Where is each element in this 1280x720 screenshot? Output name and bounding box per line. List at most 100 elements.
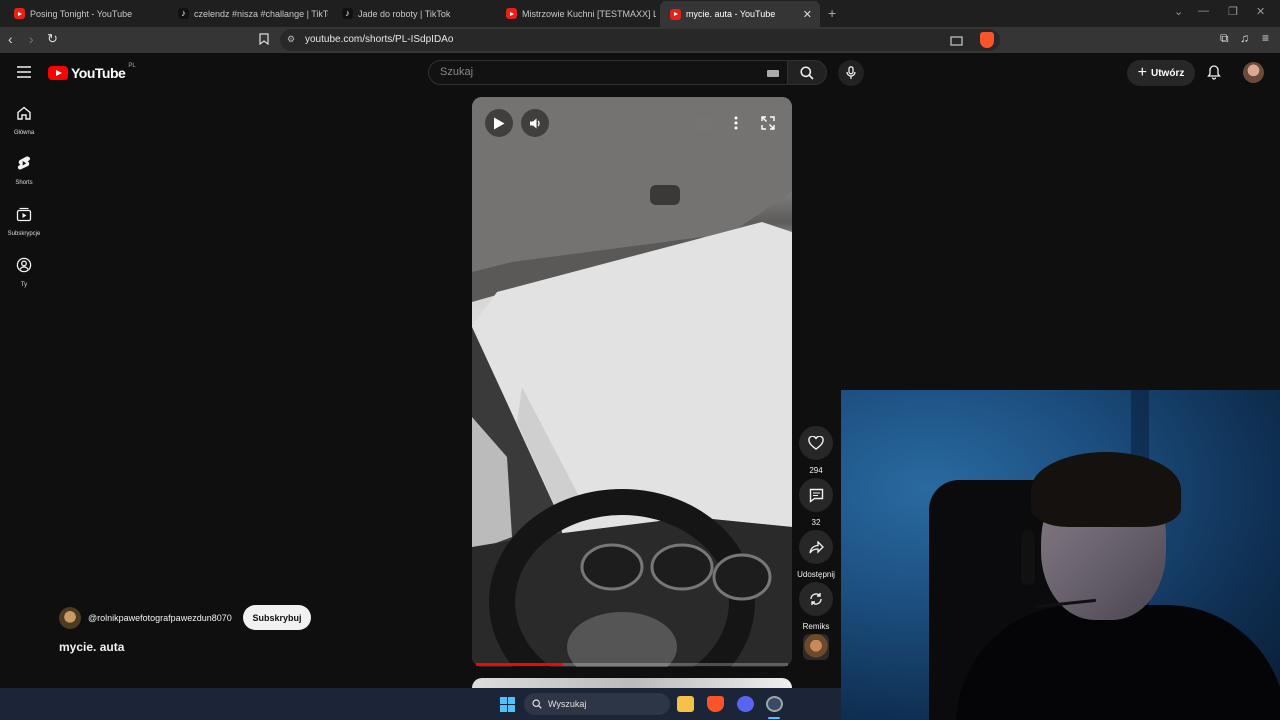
brave-browser-icon[interactable] — [707, 696, 724, 712]
minimize-button[interactable]: — — [1198, 5, 1209, 17]
youtube-icon — [506, 8, 517, 19]
reload-icon[interactable]: ↻ — [47, 31, 58, 47]
taskbar-search-label: Wyszukaj — [548, 699, 587, 709]
taskbar: Wyszukaj — [0, 688, 841, 720]
share-button[interactable]: Udostępnij — [796, 530, 836, 579]
browser-tab[interactable]: ♪ Jade do roboty | TikTok — [332, 3, 492, 24]
more-options-button[interactable] — [722, 109, 750, 137]
subscribe-button[interactable]: Subskrybuj — [243, 605, 311, 630]
music-icon[interactable]: ♫ — [1240, 31, 1249, 45]
subscriptions-icon — [16, 207, 32, 222]
home-icon — [17, 106, 31, 120]
youtube-header: YouTube PL Szukaj + Utwórz — [0, 53, 1280, 93]
maximize-button[interactable]: ❐ — [1228, 5, 1238, 18]
extensions-icon[interactable]: ⧉ — [1220, 31, 1229, 46]
search-placeholder: Szukaj — [440, 66, 474, 78]
person-hair — [1031, 452, 1181, 527]
notifications-bell-icon[interactable] — [1207, 65, 1221, 85]
search-icon — [800, 66, 814, 80]
video-frame — [472, 97, 792, 667]
close-icon[interactable]: ✕ — [803, 8, 812, 21]
guide-item-you[interactable]: Ty — [0, 257, 48, 288]
hamburger-menu-icon[interactable] — [17, 65, 31, 83]
browser-tab-active[interactable]: mycie. auta - YouTube ✕ — [660, 1, 820, 27]
you-icon — [16, 257, 32, 273]
discord-icon[interactable] — [737, 696, 754, 712]
youtube-icon — [670, 8, 681, 20]
like-button[interactable]: 294 — [796, 426, 836, 475]
url-field[interactable]: ⚙ youtube.com/shorts/PL-ISdpIDAo — [280, 29, 1000, 51]
shorts-video-player[interactable] — [472, 97, 792, 667]
create-label: Utwórz — [1151, 67, 1185, 79]
bookmark-icon[interactable] — [259, 33, 269, 48]
play-button[interactable] — [485, 109, 513, 137]
tab-title: Mistrzowie Kuchni [TESTMAXX] Lukr — [522, 8, 656, 19]
site-info-icon[interactable]: ⚙ — [287, 34, 295, 45]
share-label: Udostępnij — [797, 570, 835, 579]
back-icon[interactable]: ‹ — [8, 31, 13, 47]
window-close-button[interactable]: ✕ — [1256, 5, 1265, 18]
youtube-icon — [14, 8, 25, 19]
browser-tab[interactable]: ♪ czelendz #nisza #challange | TikTok — [168, 3, 328, 24]
keyboard-icon[interactable] — [767, 70, 779, 77]
windows-start-icon[interactable] — [500, 697, 515, 712]
search-input[interactable]: Szukaj — [428, 60, 788, 85]
guide-item-shorts[interactable]: Shorts — [0, 155, 48, 186]
guide-item-home[interactable]: Główna — [0, 105, 48, 136]
headset-icon — [1021, 530, 1035, 585]
volume-button[interactable] — [521, 109, 549, 137]
more-vert-icon — [734, 116, 738, 130]
browser-tab[interactable]: Mistrzowie Kuchni [TESTMAXX] Lukr — [496, 3, 656, 24]
volume-icon — [529, 118, 540, 128]
remix-label: Remiks — [802, 622, 830, 631]
region-code: PL — [128, 63, 136, 69]
sound-disc-thumbnail[interactable] — [803, 634, 829, 660]
taskbar-search[interactable]: Wyszukaj — [524, 693, 670, 715]
new-tab-button[interactable]: + — [828, 5, 836, 21]
play-icon — [494, 117, 505, 129]
video-progress-bar[interactable] — [476, 663, 788, 666]
like-count: 294 — [809, 466, 823, 475]
voice-search-button[interactable] — [838, 60, 864, 86]
tiktok-icon: ♪ — [342, 8, 353, 19]
channel-avatar[interactable] — [59, 607, 81, 629]
menu-icon[interactable]: ≡ — [1262, 31, 1269, 45]
remix-button[interactable]: Remiks — [796, 582, 836, 631]
captions-button[interactable] — [690, 109, 718, 137]
browser-tab[interactable]: Posing Tonight - YouTube — [4, 3, 164, 24]
microphone-icon — [846, 66, 856, 79]
guide-label: Główna — [13, 130, 35, 136]
comments-button[interactable]: 32 — [796, 478, 836, 527]
steam-icon[interactable] — [766, 696, 783, 712]
expand-icon — [761, 116, 775, 130]
browser-tab-strip: Posing Tonight - YouTube ♪ czelendz #nis… — [0, 0, 1280, 27]
guide-label: Subskrypcje — [7, 231, 41, 237]
guide-item-subscriptions[interactable]: Subskrypcje — [0, 206, 48, 237]
tab-title: mycie. auta - YouTube — [686, 9, 776, 19]
tiktok-icon: ♪ — [178, 8, 189, 19]
file-explorer-icon[interactable] — [677, 696, 694, 712]
guide-label: Shorts — [15, 180, 33, 186]
tab-title: Jade do roboty | TikTok — [358, 8, 451, 19]
search-button[interactable] — [787, 60, 827, 85]
tab-title: Posing Tonight - YouTube — [30, 8, 133, 19]
search-icon — [532, 699, 542, 709]
tab-title: czelendz #nisza #challange | TikTok — [194, 8, 328, 19]
active-app-indicator — [768, 717, 780, 719]
captions-icon — [697, 117, 711, 129]
user-avatar[interactable] — [1243, 62, 1264, 83]
youtube-logo[interactable]: YouTube PL — [48, 63, 136, 81]
create-button[interactable]: + Utwórz — [1127, 60, 1195, 86]
logo-text: YouTube — [71, 65, 126, 81]
video-title[interactable]: mycie. auta — [59, 640, 124, 654]
cast-icon[interactable] — [950, 34, 963, 50]
fullscreen-button[interactable] — [754, 109, 782, 137]
channel-name[interactable]: @rolnikpawefotografpawezdun8070 — [88, 613, 232, 623]
shorts-icon — [17, 156, 31, 170]
youtube-play-icon — [48, 66, 68, 80]
comment-count: 32 — [811, 518, 821, 527]
url-text: youtube.com/shorts/PL-ISdpIDAo — [305, 34, 454, 45]
forward-icon[interactable]: › — [29, 31, 34, 47]
brave-shield-icon[interactable] — [980, 32, 994, 48]
chevron-down-icon[interactable]: ⌄ — [1174, 5, 1183, 18]
